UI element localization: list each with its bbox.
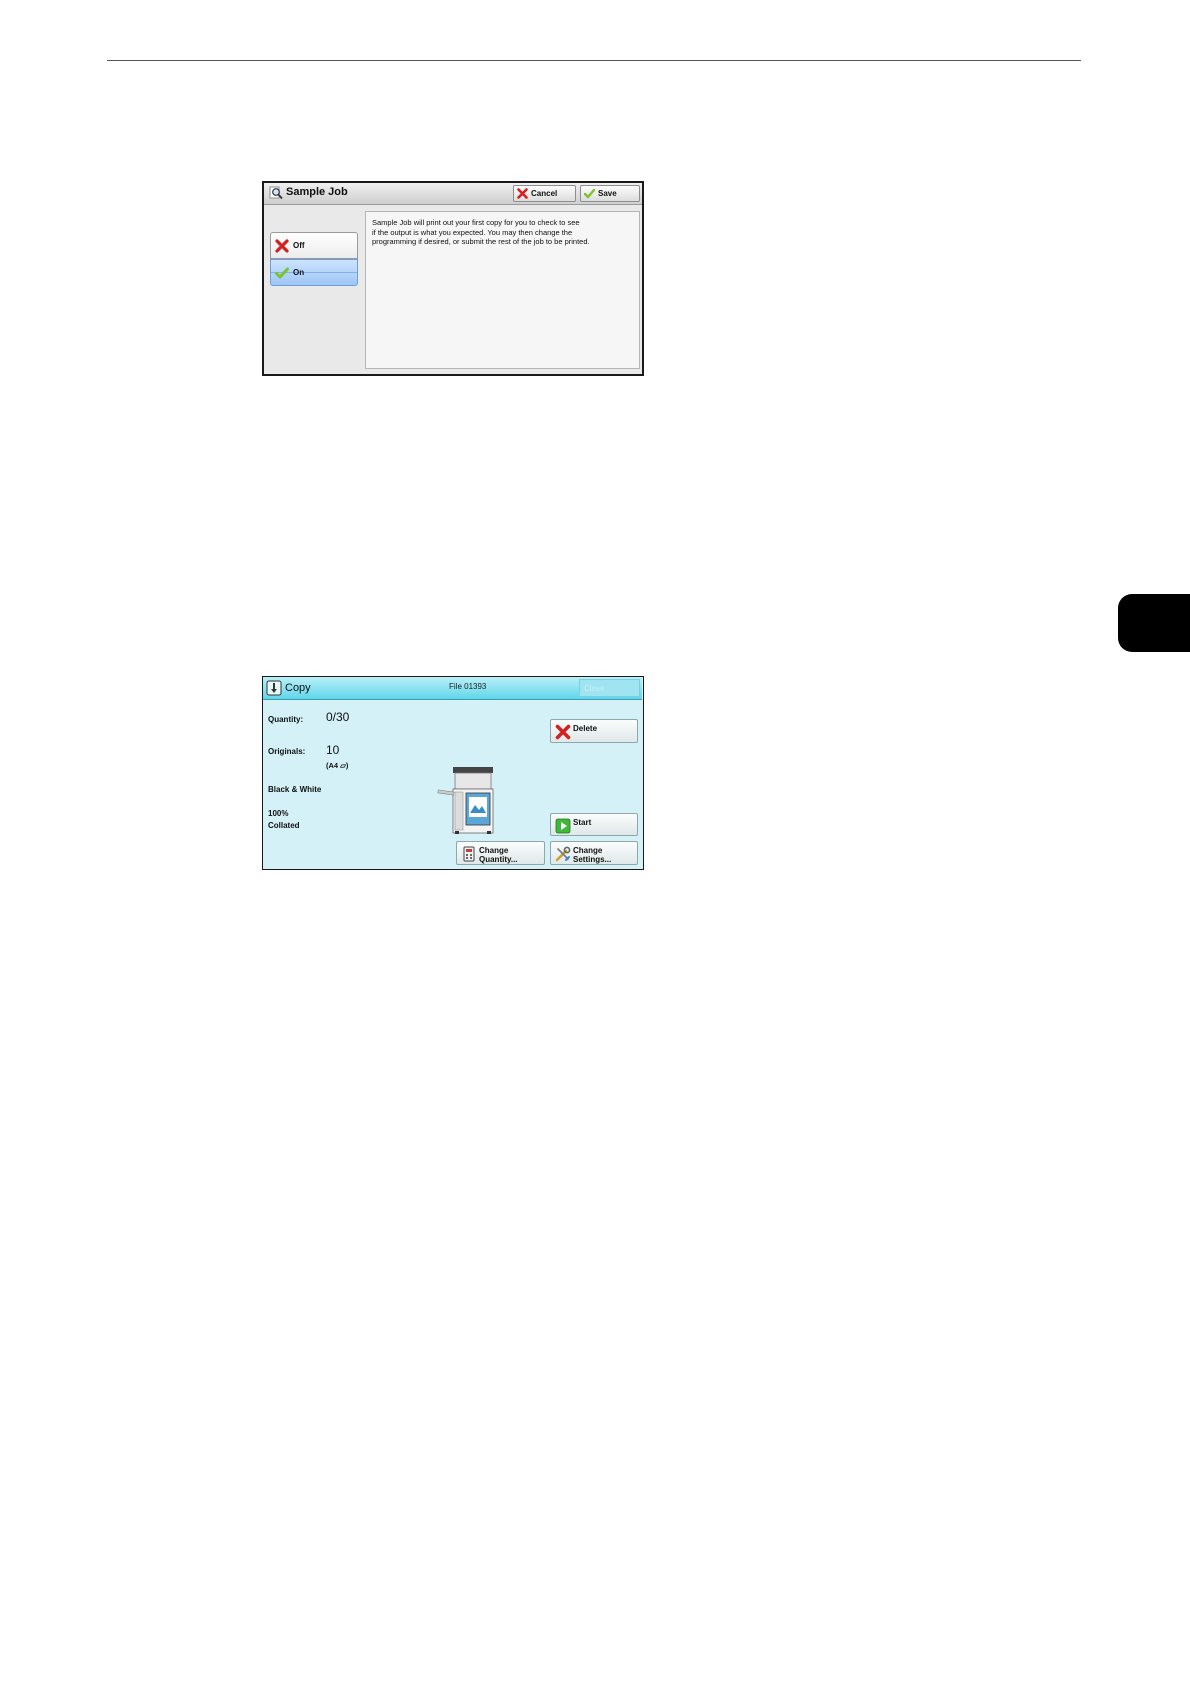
color-mode: Black & White: [268, 785, 322, 794]
save-check-icon: [584, 188, 595, 199]
description-line: Sample Job will print out your first cop…: [372, 218, 580, 227]
close-button-disabled: Close: [579, 679, 640, 697]
option-on-label: On: [293, 268, 305, 277]
delete-button[interactable]: Delete: [550, 719, 638, 743]
option-list: Off On: [264, 205, 364, 374]
description-line: programming if desired, or submit the re…: [372, 237, 590, 246]
start-label: Start: [573, 818, 592, 827]
save-label: Save: [598, 189, 617, 198]
delete-x-icon: [555, 724, 571, 740]
change-settings-label-1: Change: [573, 846, 603, 855]
close-label: Close: [584, 683, 605, 693]
copy-job-icon: [266, 680, 282, 696]
chapter-tab: [1118, 594, 1190, 652]
magnifier-icon: [269, 186, 283, 200]
change-quantity-label-1: Change: [479, 846, 509, 855]
printer-icon: [437, 767, 494, 834]
quantity-value: 0/30: [326, 710, 350, 724]
off-x-icon: [275, 238, 289, 253]
start-button[interactable]: Start: [550, 813, 638, 836]
save-button[interactable]: Save: [580, 185, 640, 202]
header-rule: [107, 60, 1081, 61]
change-settings-button[interactable]: Change Settings...: [550, 841, 638, 865]
sample-job-panel: Sample Job Cancel Save Off On Sample Job…: [262, 181, 644, 376]
cancel-label: Cancel: [531, 189, 558, 198]
originals-size: (A4 ▱): [326, 761, 349, 770]
start-play-icon: [555, 818, 571, 834]
option-on[interactable]: On: [270, 259, 358, 286]
copy-title: Copy: [285, 682, 311, 694]
collation: Collated: [268, 821, 300, 830]
quantity-label: Quantity:: [268, 715, 304, 724]
copy-job-panel: Copy File 01393 Close Quantity: 0/30 Ori…: [262, 676, 644, 870]
on-check-icon: [275, 267, 289, 278]
cancel-x-icon: [517, 188, 528, 199]
change-quantity-button[interactable]: Change Quantity...: [456, 841, 545, 865]
option-off-label: Off: [293, 241, 305, 250]
scale: 100%: [268, 809, 289, 818]
settings-tools-icon: [555, 846, 571, 862]
change-settings-label-2: Settings...: [573, 855, 612, 864]
option-off[interactable]: Off: [270, 232, 358, 259]
description-box: Sample Job will print out your first cop…: [365, 211, 640, 369]
file-name: File 01393: [449, 682, 487, 691]
description-line: if the output is what you expected. You …: [372, 227, 573, 237]
cancel-button[interactable]: Cancel: [513, 185, 576, 202]
originals-value: 10: [326, 743, 340, 757]
copy-titlebar: Copy File 01393 Close: [263, 677, 642, 700]
sample-job-title: Sample Job: [286, 186, 348, 198]
sample-job-titlebar: Sample Job Cancel Save: [264, 183, 642, 205]
change-quantity-label-2: Quantity...: [479, 855, 518, 864]
quantity-icon: [463, 846, 475, 862]
delete-label: Delete: [573, 724, 598, 733]
originals-label: Originals:: [268, 747, 306, 756]
